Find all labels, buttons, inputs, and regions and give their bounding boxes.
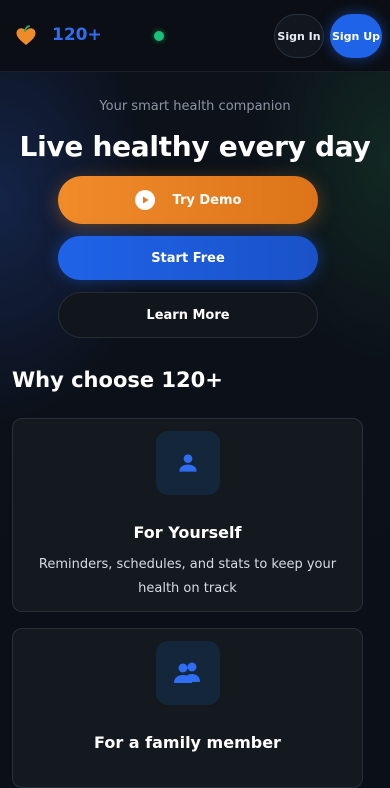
start-free-button[interactable]: Start Free (58, 236, 318, 280)
learn-more-button[interactable]: Learn More (58, 292, 318, 338)
start-free-label: Start Free (151, 250, 225, 266)
sign-up-button[interactable]: Sign Up (330, 14, 382, 58)
feature-card-title: For Yourself (133, 523, 242, 542)
feature-card-family[interactable]: For a family member (12, 628, 363, 788)
hero-tagline: Your smart health companion (99, 99, 291, 114)
status-indicator (154, 31, 164, 41)
hero-title: Live healthy every day (19, 130, 371, 163)
learn-more-label: Learn More (146, 307, 230, 323)
heart-icon[interactable] (14, 24, 38, 48)
try-demo-button[interactable]: Try Demo (58, 176, 318, 224)
feature-card-yourself[interactable]: For Yourself Reminders, schedules, and s… (12, 418, 363, 612)
main-content: Your smart health companion Live healthy… (0, 0, 390, 788)
user-icon (156, 431, 220, 495)
users-icon (156, 641, 220, 705)
brand-logo-text[interactable]: 120+ (52, 25, 102, 45)
feature-card-description: Reminders, schedules, and stats to keep … (38, 557, 337, 596)
top-bar: 120+ Sign In Sign Up (0, 0, 390, 72)
feature-card-title: For a family member (94, 733, 281, 752)
try-demo-label: Try Demo (172, 192, 242, 208)
play-icon (134, 190, 155, 210)
features-heading: Why choose 120+ (12, 368, 223, 392)
sign-in-button[interactable]: Sign In (274, 14, 324, 58)
